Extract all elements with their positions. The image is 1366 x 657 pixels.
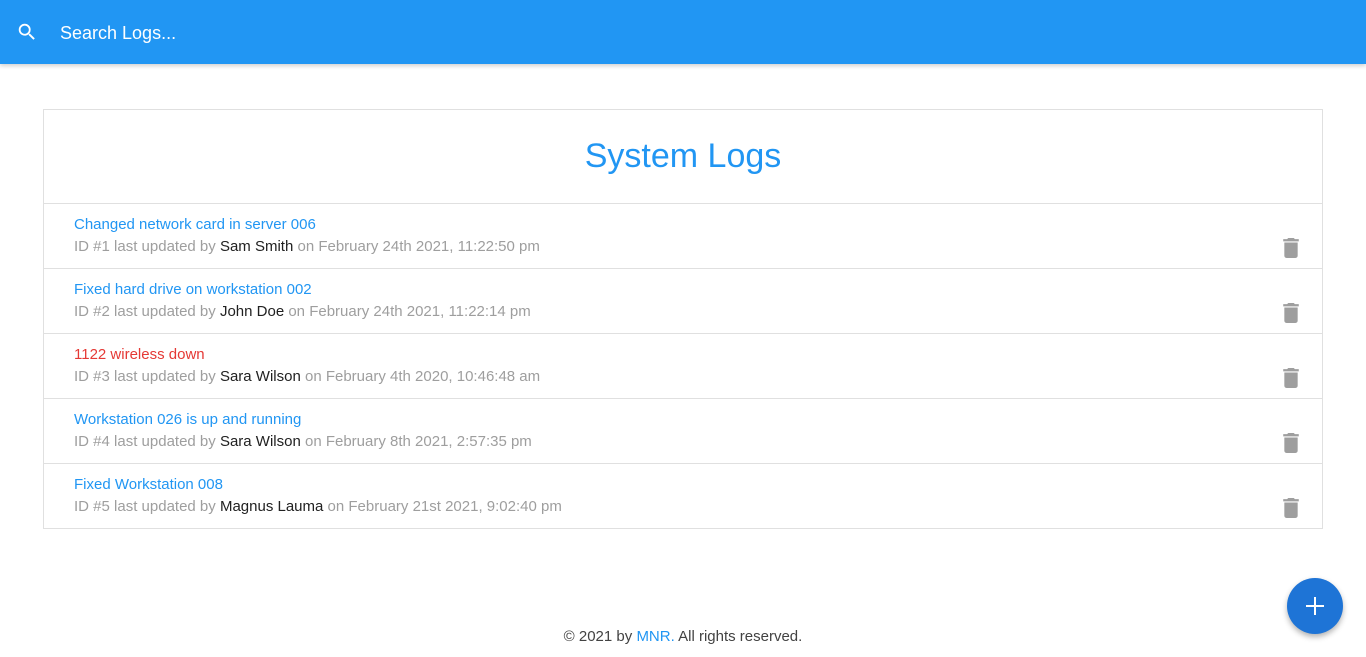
log-item: Workstation 026 is up and running ID #4 …: [44, 399, 1322, 464]
delete-log-button[interactable]: [1282, 498, 1300, 518]
top-navbar: [0, 0, 1366, 64]
log-item: Fixed hard drive on workstation 002 ID #…: [44, 269, 1322, 334]
log-message-link[interactable]: Fixed Workstation 008: [74, 476, 223, 493]
log-id: ID #5: [74, 498, 110, 515]
log-id: ID #1: [74, 238, 110, 255]
log-message-link[interactable]: 1122 wireless down: [74, 346, 205, 363]
delete-log-button[interactable]: [1282, 303, 1300, 323]
trash-icon: [1283, 498, 1299, 518]
delete-log-button[interactable]: [1282, 238, 1300, 258]
updated-by-label: last updated by: [114, 498, 216, 515]
delete-log-button[interactable]: [1282, 368, 1300, 388]
log-tech: Magnus Lauma: [219, 498, 324, 515]
log-date: on February 8th 2021, 2:57:35 pm: [304, 433, 532, 450]
log-message-link[interactable]: Fixed hard drive on workstation 002: [74, 281, 312, 298]
logs-card: System Logs Changed network card in serv…: [43, 109, 1323, 529]
log-tech: Sara Wilson: [219, 433, 301, 450]
log-meta: ID #5 last updated by Magnus Lauma on Fe…: [74, 498, 562, 515]
log-date: on February 4th 2020, 10:46:48 am: [304, 368, 541, 385]
trash-icon: [1283, 238, 1299, 258]
footer: © 2021 by MNR. All rights reserved.: [0, 628, 1366, 645]
page-title: System Logs: [584, 137, 782, 175]
log-meta: ID #4 last updated by Sara Wilson on Feb…: [74, 433, 532, 450]
log-message-link[interactable]: Workstation 026 is up and running: [74, 411, 301, 428]
add-log-button[interactable]: [1287, 578, 1343, 634]
log-tech: Sara Wilson: [219, 368, 301, 385]
search-icon[interactable]: [16, 21, 38, 43]
log-meta: ID #1 last updated by Sam Smith on Febru…: [74, 238, 540, 255]
updated-by-label: last updated by: [114, 368, 216, 385]
trash-icon: [1283, 303, 1299, 323]
logs-card-header: System Logs: [44, 110, 1322, 204]
footer-brand-link[interactable]: MNR.: [636, 628, 674, 645]
delete-log-button[interactable]: [1282, 433, 1300, 453]
log-item: 1122 wireless down ID #3 last updated by…: [44, 334, 1322, 399]
log-meta: ID #2 last updated by John Doe on Februa…: [74, 303, 531, 320]
search-input[interactable]: [60, 16, 1340, 50]
log-tech: John Doe: [219, 303, 285, 320]
log-date: on February 24th 2021, 11:22:50 pm: [297, 238, 540, 255]
updated-by-label: last updated by: [114, 433, 216, 450]
log-tech: Sam Smith: [219, 238, 294, 255]
trash-icon: [1283, 433, 1299, 453]
log-id: ID #3: [74, 368, 110, 385]
footer-copyright: © 2021 by: [563, 628, 633, 645]
trash-icon: [1283, 368, 1299, 388]
log-meta: ID #3 last updated by Sara Wilson on Feb…: [74, 368, 540, 385]
log-item: Changed network card in server 006 ID #1…: [44, 204, 1322, 269]
log-id: ID #4: [74, 433, 110, 450]
log-item: Fixed Workstation 008 ID #5 last updated…: [44, 464, 1322, 529]
log-date: on February 21st 2021, 9:02:40 pm: [327, 498, 562, 515]
footer-rights: All rights reserved.: [678, 628, 803, 645]
log-id: ID #2: [74, 303, 110, 320]
updated-by-label: last updated by: [114, 238, 216, 255]
log-message-link[interactable]: Changed network card in server 006: [74, 216, 316, 233]
log-date: on February 24th 2021, 11:22:14 pm: [288, 303, 531, 320]
updated-by-label: last updated by: [114, 303, 216, 320]
plus-icon: [1306, 597, 1324, 615]
